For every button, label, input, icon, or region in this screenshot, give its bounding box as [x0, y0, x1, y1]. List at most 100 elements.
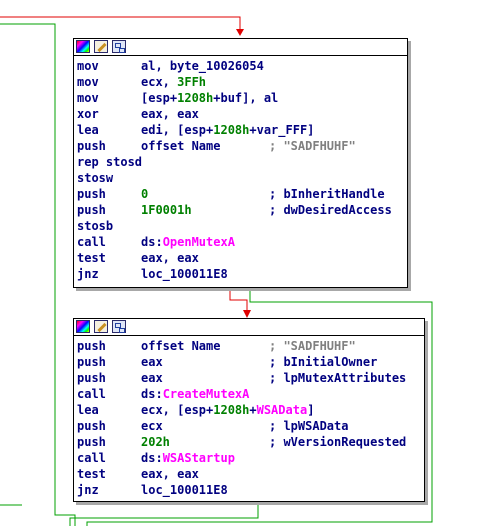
symbol-ref[interactable]: WSAStartup [163, 451, 235, 465]
asm-line[interactable]: lea edi, [esp+1208h+var_FFF] [77, 122, 407, 138]
mnemonic: push [77, 371, 106, 385]
operand: ds:WSAStartup [141, 450, 235, 466]
operand: [esp+1208h+buf], al [141, 90, 278, 106]
symbol-ref[interactable]: WSAData [257, 403, 308, 417]
operand-text: ecx, [141, 75, 178, 89]
graph-overview-icon[interactable] [112, 320, 126, 333]
operand: loc_100011E8 [141, 266, 228, 282]
asm-line[interactable]: test eax, eax [77, 250, 407, 266]
mnemonic: lea [77, 403, 99, 417]
symbol-ref[interactable]: OpenMutexA [163, 235, 235, 249]
operand-text: offset Name [141, 339, 221, 353]
mnemonic: call [77, 235, 106, 249]
numeric-constant: 0 [141, 187, 149, 201]
comment: ; lpMutexAttributes [269, 371, 407, 385]
asm-line[interactable]: mov ecx, 3FFh [77, 74, 407, 90]
asm-line[interactable]: call ds:OpenMutexA [77, 234, 407, 250]
asm-line[interactable]: lea ecx, [esp+1208h+WSAData] [77, 402, 424, 418]
asm-line[interactable]: push offset Name ; "SADFHUHF" [77, 338, 424, 354]
block-2-code: push offset Name ; "SADFHUHF" push eax ; bIni… [74, 336, 424, 498]
asm-line[interactable]: push ecx ; lpWSAData [77, 418, 424, 434]
asm-line[interactable]: push 1F0001h ; dwDesiredAccess [77, 202, 407, 218]
rename-icon[interactable] [94, 320, 108, 333]
rename-icon[interactable] [94, 40, 108, 53]
mnemonic: call [77, 451, 106, 465]
mnemonic: push [77, 419, 106, 433]
numeric-constant: 1208h [213, 403, 250, 417]
operand-text: eax, eax [141, 107, 199, 121]
operand-text: [esp+ [141, 91, 178, 105]
asm-line[interactable]: call ds:CreateMutexA [77, 386, 424, 402]
mnemonic: push [77, 187, 106, 201]
mnemonic: mov [77, 75, 99, 89]
asm-line[interactable]: stosw [77, 170, 407, 186]
asm-line[interactable]: push offset Name ; "SADFHUHF" [77, 138, 407, 154]
mnemonic: push [77, 355, 106, 369]
block-1-titlebar [74, 39, 407, 56]
mnemonic: test [77, 251, 106, 265]
operand-text: al, byte_10026054 [141, 59, 264, 73]
operand-text: loc_100011E8 [141, 483, 228, 497]
asm-line[interactable]: xor eax, eax [77, 106, 407, 122]
operand: eax, eax [141, 466, 199, 482]
operand: eax [141, 354, 163, 370]
operand-text: +var_FFF] [249, 123, 315, 137]
asm-line[interactable]: mov [esp+1208h+buf], al [77, 90, 407, 106]
operand: ds:CreateMutexA [141, 386, 249, 402]
mnemonic: stosw [77, 171, 114, 185]
operand-text: eax, eax [141, 251, 199, 265]
mnemonic: push [77, 435, 106, 449]
code-block-2[interactable]: push offset Name ; "SADFHUHF" push eax ; bIni… [73, 318, 425, 502]
comment: ; wVersionRequested [269, 435, 407, 449]
comment: ; "SADFHUHF" [269, 139, 356, 153]
operand: edi, [esp+1208h+var_FFF] [141, 122, 314, 138]
comment: ; lpWSAData [269, 419, 349, 433]
asm-line[interactable]: push 0 ; bInheritHandle [77, 186, 407, 202]
numeric-constant: 1F0001h [141, 203, 192, 217]
code-block-1[interactable]: mov al, byte_10026054 mov ecx, 3FFh mov [esp+… [73, 38, 408, 288]
operand-text: ecx [141, 419, 163, 433]
asm-line[interactable]: push eax ; bInitialOwner [77, 354, 424, 370]
symbol-ref[interactable]: CreateMutexA [163, 387, 250, 401]
asm-line[interactable]: stosb [77, 218, 407, 234]
block-2-titlebar [74, 319, 424, 336]
mnemonic: push [77, 203, 106, 217]
palette-icon[interactable] [76, 320, 90, 333]
operand-text: eax, eax [141, 467, 199, 481]
asm-line[interactable]: jnz loc_100011E8 [77, 266, 407, 282]
operand-text: eax [141, 371, 163, 385]
edge-block1-to-block2 [229, 287, 248, 312]
comment: ; "SADFHUHF" [269, 339, 356, 353]
operand-text: ds: [141, 235, 163, 249]
operand-text: ds: [141, 451, 163, 465]
operand-text: ] [307, 403, 315, 417]
operand: offset Name [141, 338, 220, 354]
operand-text: eax [141, 355, 163, 369]
operand-text: loc_100011E8 [141, 267, 228, 281]
comment: ; bInheritHandle [269, 187, 385, 201]
numeric-constant: 1208h [177, 91, 214, 105]
comment: ; dwDesiredAccess [269, 203, 392, 217]
asm-line[interactable]: push eax ; lpMutexAttributes [77, 370, 424, 386]
asm-line[interactable]: mov al, byte_10026054 [77, 58, 407, 74]
operand-text: + [249, 403, 257, 417]
mnemonic: stosb [77, 219, 114, 233]
asm-line[interactable]: rep stosd [77, 154, 407, 170]
mnemonic: jnz [77, 267, 99, 281]
asm-line[interactable]: call ds:WSAStartup [77, 450, 424, 466]
mnemonic: mov [77, 59, 99, 73]
asm-line[interactable]: jnz loc_100011E8 [77, 482, 424, 498]
operand-text: offset Name [141, 139, 221, 153]
mnemonic: call [77, 387, 106, 401]
graph-overview-icon[interactable] [112, 40, 126, 53]
operand: 0 [141, 186, 148, 202]
palette-icon[interactable] [76, 40, 90, 53]
numeric-constant: 202h [141, 435, 170, 449]
asm-line[interactable]: push 202h ; wVersionRequested [77, 434, 424, 450]
operand-text: ecx, [esp+ [141, 403, 214, 417]
operand: eax, eax [141, 106, 199, 122]
operand: ecx, [esp+1208h+WSAData] [141, 402, 314, 418]
asm-line[interactable]: test eax, eax [77, 466, 424, 482]
operand: 202h [141, 434, 170, 450]
operand: eax [141, 370, 163, 386]
